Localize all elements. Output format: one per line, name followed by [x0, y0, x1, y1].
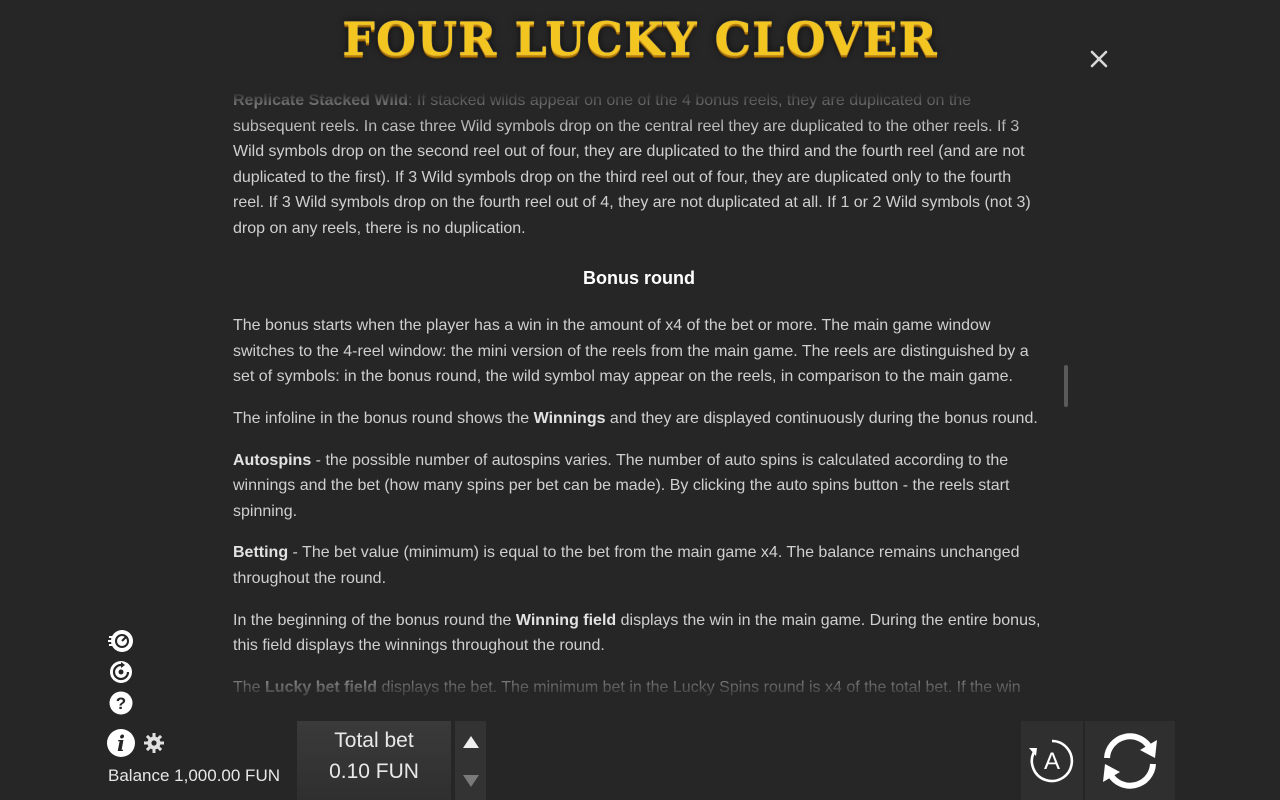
rule-text: and they are displayed continuously duri… — [605, 409, 1038, 427]
total-bet-panel: Total bet 0.10 FUN — [297, 721, 451, 800]
arrow-up-icon — [462, 735, 479, 748]
arrow-down-icon — [462, 774, 479, 787]
rule-term: Replicate Stacked Wild — [233, 92, 409, 109]
rule-text: In the beginning of the bonus round the — [233, 611, 516, 629]
section-heading: Bonus round — [583, 267, 695, 288]
rule-term: Winning field — [515, 611, 617, 629]
rule-text: - The bet value (minimum) is equal to th… — [233, 544, 1020, 587]
rule-paragraph: In the beginning of the bonus round the … — [233, 608, 1045, 659]
autospin-letter: A — [1044, 748, 1060, 775]
rule-paragraph: Autospins - the possible number of autos… — [233, 448, 1045, 525]
rule-text: - the possible number of autospins varie… — [233, 451, 1010, 520]
help-icon[interactable]: ? — [108, 690, 134, 716]
rule-paragraph: Betting - The bet value (minimum) is equ… — [233, 540, 1045, 591]
rule-term: Lucky bet field — [265, 678, 378, 696]
rules-scroll-area[interactable]: Replicate Stacked Wild: If stacked wilds… — [233, 92, 1045, 704]
rule-paragraph-wild: Replicate Stacked Wild: If stacked wilds… — [233, 92, 1045, 242]
close-button[interactable] — [1084, 44, 1114, 74]
rule-paragraph: The bonus starts when the player has a w… — [233, 317, 1029, 386]
rules-content: Replicate Stacked Wild: If stacked wilds… — [233, 92, 1045, 704]
rule-term: Winnings — [533, 409, 606, 427]
total-bet-label: Total bet — [334, 729, 414, 752]
rule-text: The — [233, 678, 266, 696]
bet-stepper — [455, 721, 486, 800]
autoplay-icon[interactable] — [108, 659, 134, 685]
scrollbar-thumb[interactable] — [1064, 365, 1068, 407]
autospin-button[interactable]: A — [1021, 721, 1083, 800]
rule-paragraph: The Lucky bet field displays the bet. Th… — [233, 675, 1045, 701]
close-icon — [1090, 50, 1108, 68]
rule-text: The infoline in the bonus round shows th… — [233, 409, 534, 427]
rule-text: displays the bet. The minimum bet in the… — [377, 678, 1021, 696]
svg-text:i: i — [117, 731, 125, 756]
spin-icon — [1103, 732, 1157, 789]
rule-text: : If stacked wilds appear on one of the … — [233, 92, 1031, 237]
rule-term: Autospins — [233, 451, 312, 469]
svg-text:?: ? — [116, 694, 126, 713]
bet-decrease-button[interactable] — [455, 761, 486, 800]
rule-term: Betting — [233, 544, 289, 562]
autospin-icon: A — [1029, 739, 1074, 782]
gear-icon[interactable] — [143, 732, 165, 754]
balance-display: Balance 1,000.00 FUN — [108, 766, 280, 785]
rule-paragraph: The infoline in the bonus round shows th… — [233, 406, 1045, 432]
info-icon[interactable]: i — [106, 728, 136, 758]
spin-button[interactable] — [1085, 721, 1175, 800]
speed-icon[interactable] — [108, 628, 134, 654]
total-bet-value: 0.10 FUN — [329, 760, 419, 783]
bet-increase-button[interactable] — [455, 722, 486, 761]
